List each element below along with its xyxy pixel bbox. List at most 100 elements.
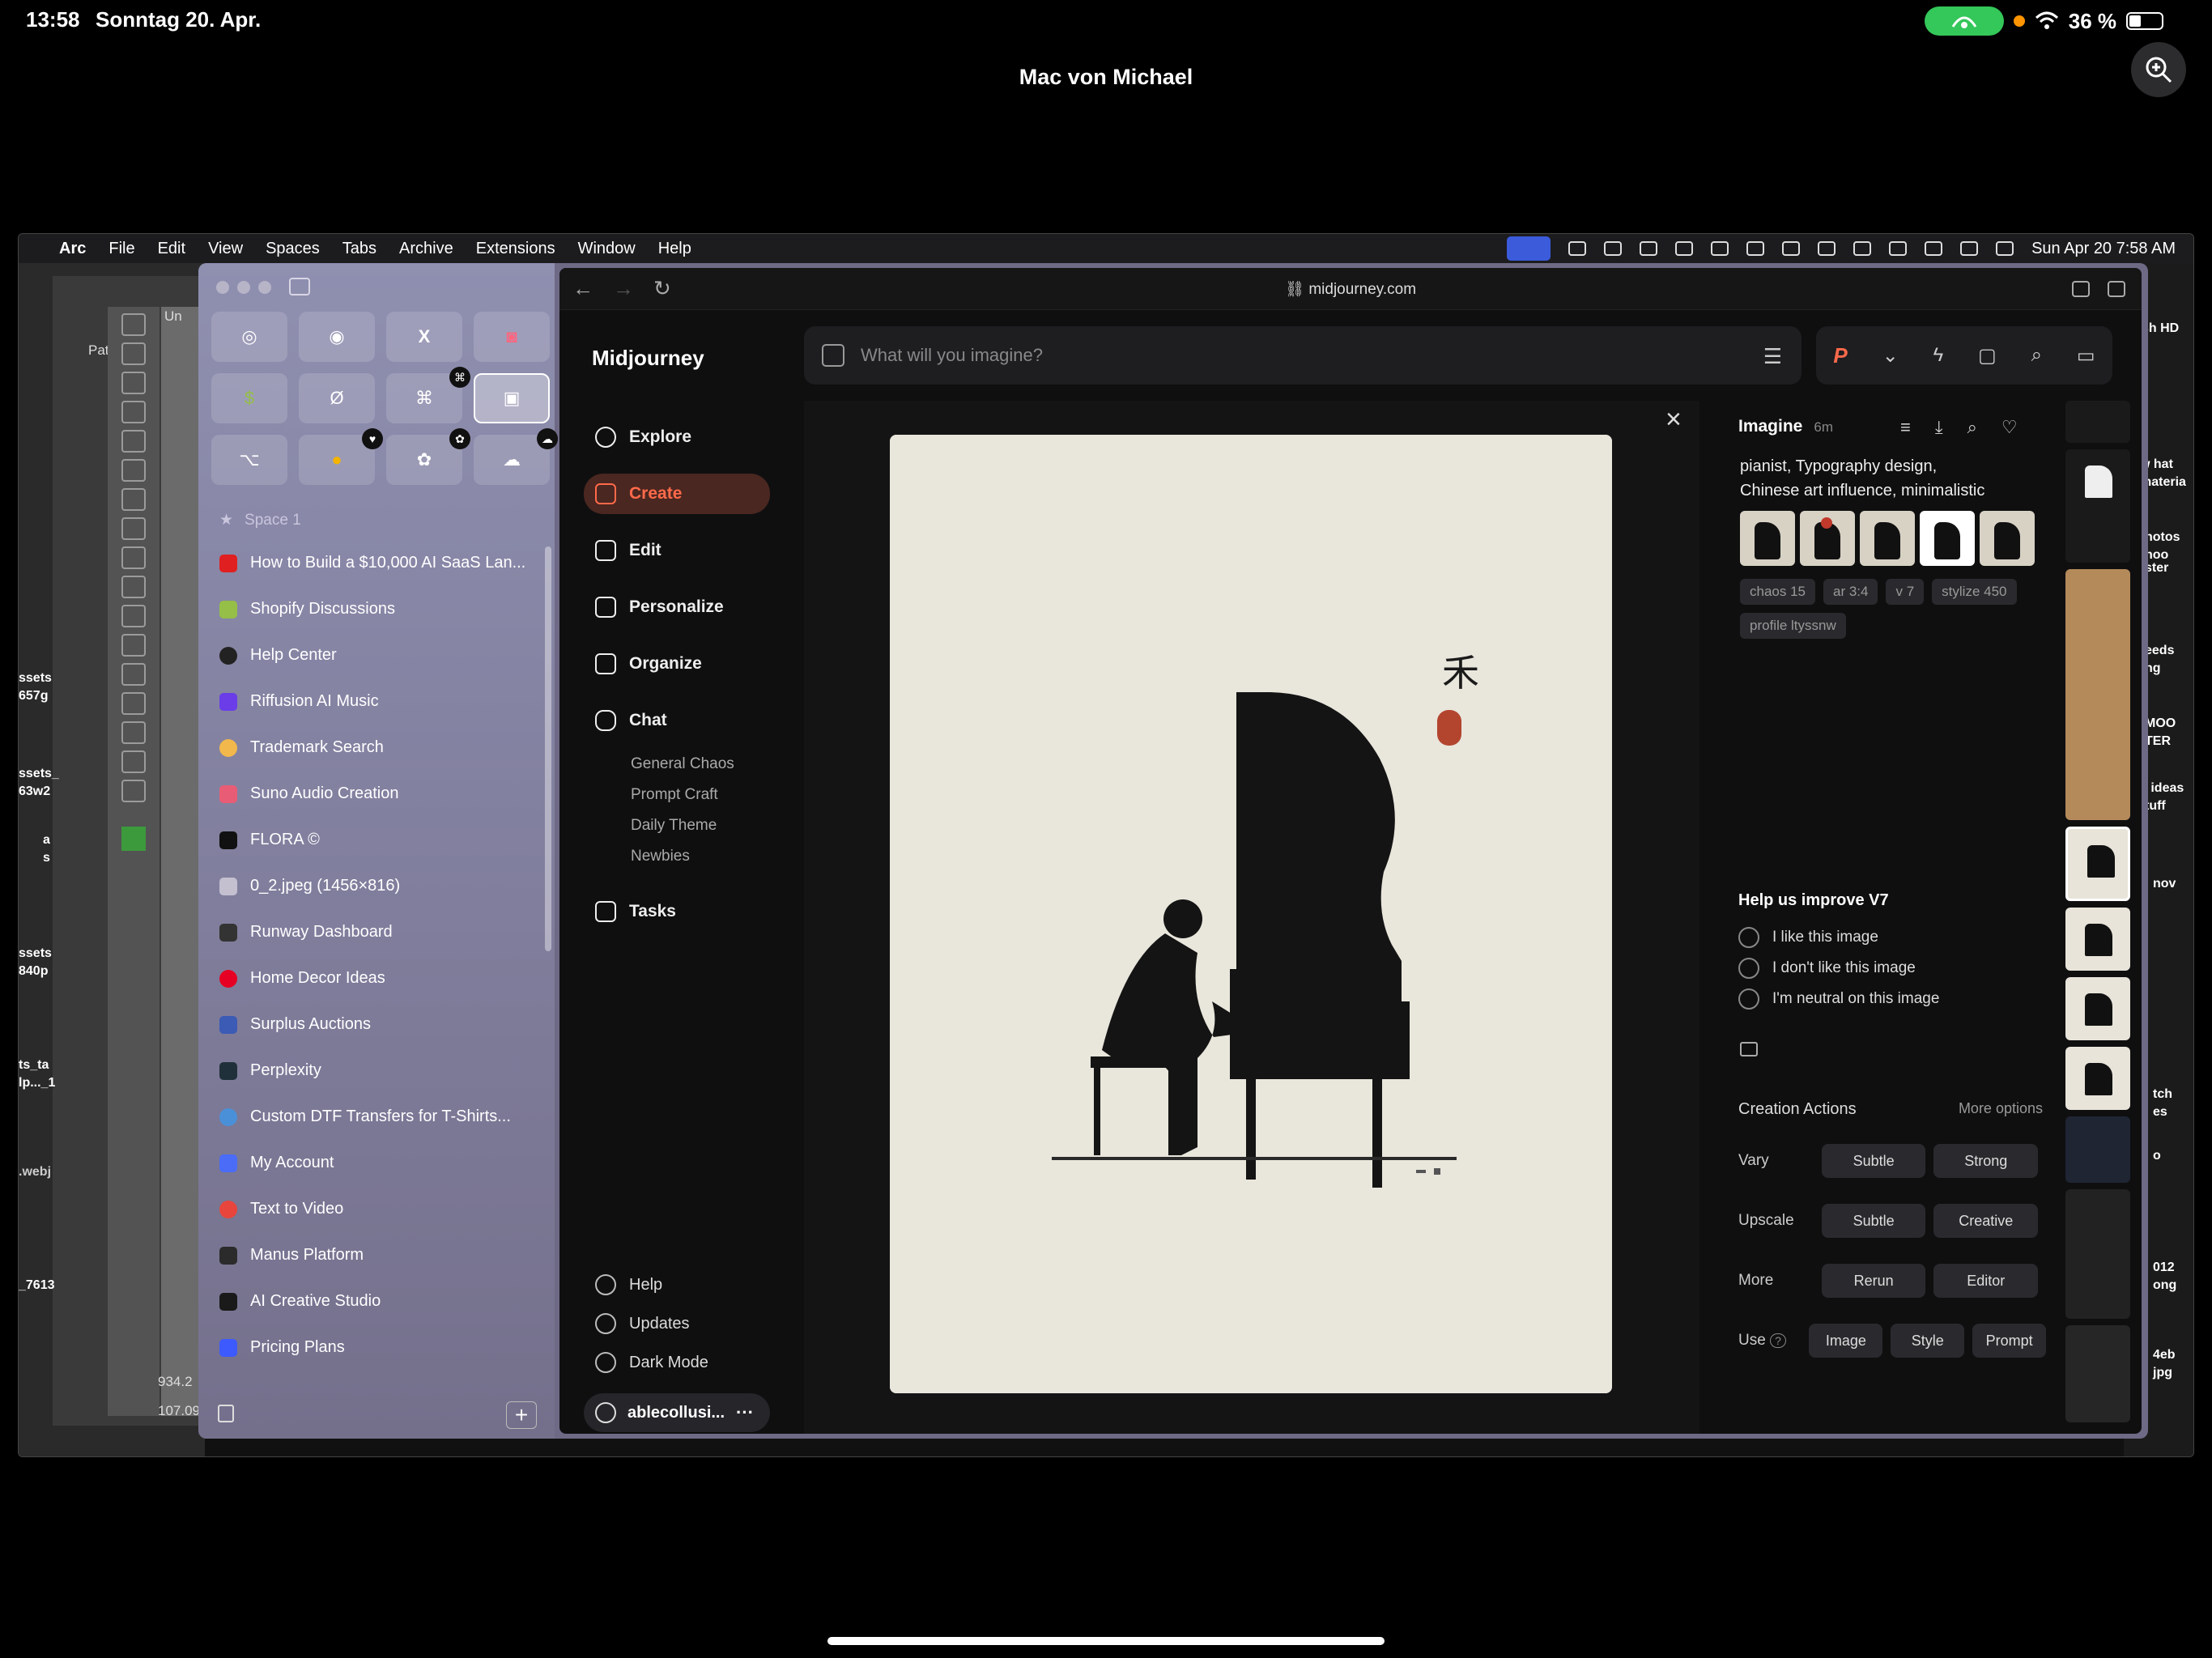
favorite-app[interactable]: ✿ ✿ <box>386 428 470 485</box>
feedback-dislike[interactable]: I don't like this image <box>1738 953 1939 984</box>
favorite-midjourney[interactable]: ▣ <box>474 373 550 423</box>
favorite-threads[interactable]: ◉ <box>299 312 375 362</box>
favorite-google-photos[interactable]: ● ♥ <box>299 428 383 485</box>
magic-wand-tool-icon[interactable] <box>121 401 146 423</box>
reference-image[interactable] <box>1980 511 2035 566</box>
siri-icon[interactable] <box>1996 241 2014 256</box>
desktop-label[interactable]: 657g <box>19 689 48 704</box>
image-upload-icon[interactable] <box>822 344 844 367</box>
desktop-label[interactable]: 840p <box>19 964 48 979</box>
menubar-clock[interactable]: Sun Apr 20 7:58 AM <box>2031 240 2176 258</box>
upscale-subtle-button[interactable]: Subtle <box>1821 1204 1926 1238</box>
close-window-icon[interactable] <box>216 281 229 294</box>
desktop-label[interactable]: a <box>43 833 50 848</box>
use-style-button[interactable]: Style <box>1891 1324 1965 1358</box>
reference-image[interactable] <box>1920 511 1975 566</box>
sidebar-tab[interactable]: Suno Audio Creation <box>210 771 537 817</box>
layers-icon[interactable] <box>1675 241 1694 256</box>
sidebar-tab[interactable]: Perplexity <box>210 1048 537 1094</box>
download-icon[interactable]: ⤓ <box>1935 417 1943 438</box>
folder-icon[interactable]: ▭ <box>2077 344 2095 368</box>
param-profile[interactable]: profile ltyssnw <box>1740 613 1846 639</box>
sidebar-tab[interactable]: Shopify Discussions <box>210 586 537 632</box>
stamp-tool-icon[interactable] <box>121 546 146 569</box>
desktop-label[interactable]: 63w2 <box>19 784 50 799</box>
sidebar-tab[interactable]: Runway Dashboard <box>210 909 537 955</box>
bluetooth-icon[interactable] <box>1818 241 1836 256</box>
sidebar-scrollbar[interactable] <box>545 546 551 951</box>
favorite-x[interactable]: X <box>386 312 462 362</box>
menu-app[interactable]: Arc <box>59 240 86 258</box>
desktop-label[interactable]: es <box>2153 1105 2167 1120</box>
sidebar-tab[interactable]: Surplus Auctions <box>210 1001 537 1048</box>
creative-cloud-icon[interactable] <box>1640 241 1658 256</box>
sidebar-tab[interactable]: Trademark Search <box>210 725 537 771</box>
rerun-button[interactable]: Rerun <box>1821 1264 1926 1298</box>
crop-tool-icon[interactable] <box>121 430 146 453</box>
nav-edit[interactable]: Edit <box>584 522 770 579</box>
upscale-creative-button[interactable]: Creative <box>1933 1204 2039 1238</box>
zoom-button[interactable] <box>2131 42 2186 97</box>
feedback-neutral[interactable]: I'm neutral on this image <box>1738 984 1939 1014</box>
menu-archive[interactable]: Archive <box>399 240 453 258</box>
url-bar[interactable]: ⛓ midjourney.com <box>559 279 2142 299</box>
desktop-label[interactable]: ssets <box>19 671 52 686</box>
menu-edit[interactable]: Edit <box>158 240 185 258</box>
eyedropper-tool-icon[interactable] <box>121 459 146 482</box>
desktop-label[interactable]: .webj <box>19 1165 51 1180</box>
menu-lines-icon[interactable]: ≡ <box>1900 417 1911 438</box>
desktop-label[interactable]: ssets <box>19 946 52 961</box>
nav-personalize[interactable]: Personalize <box>584 579 770 636</box>
favorite-cloud[interactable]: ☁ ☁ <box>474 428 558 485</box>
sidebar-tab[interactable]: Home Decor Ideas <box>210 955 537 1001</box>
type-tool-icon[interactable] <box>121 692 146 715</box>
wifi-icon[interactable] <box>1889 241 1908 256</box>
sidebar-tab[interactable]: Custom DTF Transfers for T-Shirts... <box>210 1094 537 1140</box>
nav-chat[interactable]: Chat <box>584 692 770 749</box>
healing-tool-icon[interactable] <box>121 488 146 511</box>
use-image-button[interactable]: Image <box>1809 1324 1883 1358</box>
sidebar-tab[interactable]: Help Center <box>210 632 537 678</box>
desktop-label[interactable]: ts_ta <box>19 1058 49 1073</box>
param-aspect-ratio[interactable]: ar 3:4 <box>1823 579 1878 605</box>
history-thumb[interactable] <box>2065 569 2130 820</box>
desktop-label[interactable]: ong <box>2153 1278 2176 1293</box>
settings-sliders-icon[interactable]: ☰ <box>1763 344 1782 369</box>
history-thumb[interactable] <box>2065 1325 2130 1422</box>
help-link[interactable]: Help <box>584 1265 770 1304</box>
history-thumb[interactable] <box>2065 977 2130 1040</box>
menu-extensions[interactable]: Extensions <box>476 240 555 258</box>
zoom-window-icon[interactable] <box>258 281 271 294</box>
path-select-tool-icon[interactable] <box>121 721 146 744</box>
desktop-label[interactable]: 4eb <box>2153 1348 2176 1363</box>
pen-tool-icon[interactable] <box>121 663 146 686</box>
spotlight-icon[interactable] <box>1925 241 1943 256</box>
sidebar-tab[interactable]: 0_2.jpeg (1456×816) <box>210 863 537 909</box>
share-icon[interactable] <box>2072 281 2090 297</box>
openai-icon[interactable] <box>1568 241 1587 256</box>
zoom-tool-icon[interactable] <box>121 780 146 802</box>
param-chaos[interactable]: chaos 15 <box>1740 579 1815 605</box>
desktop-label[interactable]: lp..._1 <box>19 1076 55 1090</box>
favorite-github[interactable]: ⌥ <box>211 435 287 485</box>
window-icon[interactable] <box>1746 241 1765 256</box>
sidebar-tab[interactable]: FLORA © <box>210 817 537 863</box>
chat-room-prompt-craft[interactable]: Prompt Craft <box>584 780 770 810</box>
midjourney-logo[interactable]: Midjourney <box>592 346 704 371</box>
sidebar-tab[interactable]: My Account <box>210 1140 537 1186</box>
use-prompt-button[interactable]: Prompt <box>1972 1324 2047 1358</box>
lasso-tool-icon[interactable] <box>121 372 146 394</box>
desktop-label[interactable]: _7613 <box>19 1278 55 1293</box>
editor-button[interactable]: Editor <box>1933 1264 2039 1298</box>
history-thumb[interactable] <box>2065 449 2130 563</box>
ps-doc-tab[interactable]: Un <box>164 308 182 325</box>
menu-help[interactable]: Help <box>658 240 691 258</box>
chevron-down-icon[interactable]: ⌄ <box>1882 344 1899 368</box>
nav-create[interactable]: Create <box>584 474 770 514</box>
desktop-label[interactable]: nov <box>2153 877 2176 891</box>
reference-image[interactable] <box>1800 511 1855 566</box>
nav-organize[interactable]: Organize <box>584 636 770 692</box>
param-stylize[interactable]: stylize 450 <box>1932 579 2017 605</box>
reference-image[interactable] <box>1740 511 1795 566</box>
close-viewer-icon[interactable]: × <box>1665 404 1682 436</box>
